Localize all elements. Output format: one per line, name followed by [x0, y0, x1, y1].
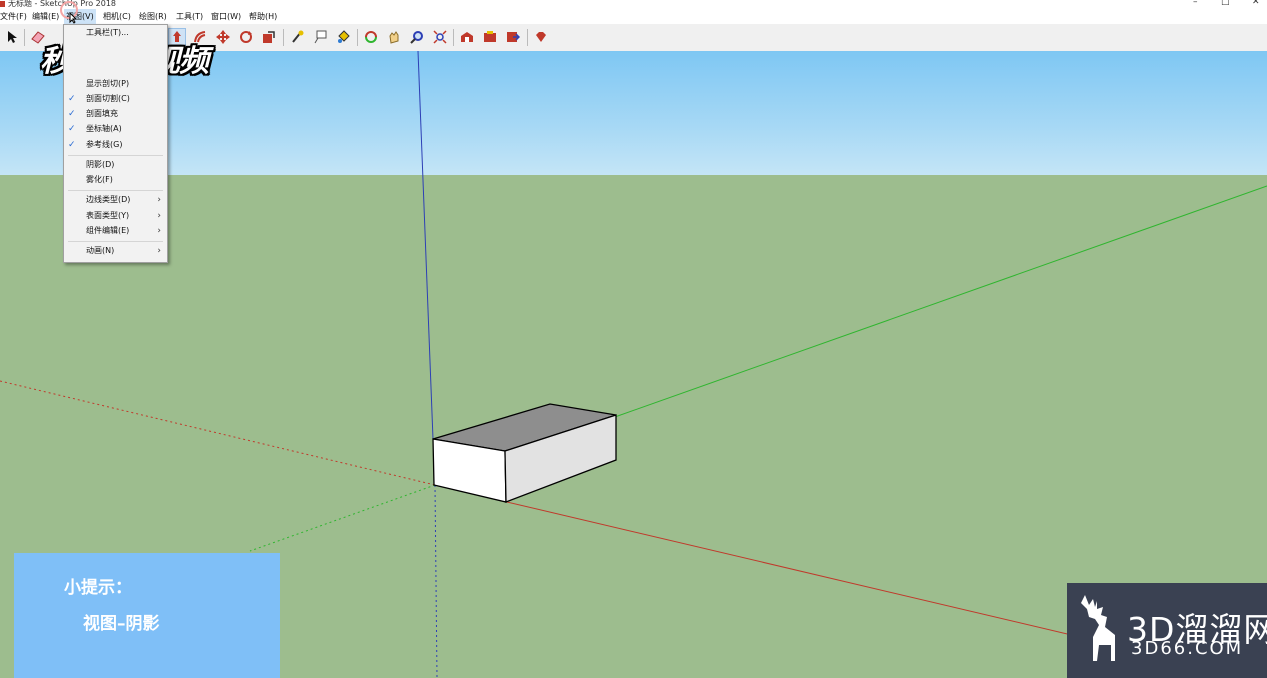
- pan-icon[interactable]: [385, 28, 403, 46]
- orbit-icon[interactable]: [362, 28, 380, 46]
- zoom-extents-icon[interactable]: [431, 28, 449, 46]
- close-button[interactable]: ✕: [1252, 0, 1260, 7]
- menu-item-face-style[interactable]: 表面类型(Y) ›: [64, 209, 167, 223]
- menu-item-section-fill[interactable]: ✓ 剖面填充: [64, 107, 167, 121]
- menu-bar: 文件(F) 编辑(E) 视图(V) 相机(C) 绘图(R) 工具(T) 窗口(W…: [0, 9, 1267, 24]
- minimize-button[interactable]: –: [1193, 0, 1198, 7]
- menu-help[interactable]: 帮助(H): [249, 9, 277, 24]
- tip-text: 视图–阴影: [83, 614, 160, 634]
- tip-title: 小提示：: [64, 578, 132, 598]
- menu-item-edge-style[interactable]: 边线类型(D) ›: [64, 193, 167, 207]
- mouse-cursor-icon: [69, 11, 78, 27]
- red-axis: [434, 484, 1081, 638]
- toolbar-separator: [527, 29, 528, 46]
- menu-window[interactable]: 窗口(W): [211, 9, 241, 24]
- title-bar: 无标题 - SketchUp Pro 2018 – □ ✕: [0, 0, 1267, 9]
- deer-icon: [1081, 595, 1115, 661]
- green-axis: [611, 185, 1267, 419]
- submenu-arrow-icon: ›: [157, 195, 161, 205]
- menu-draw[interactable]: 绘图(R): [139, 9, 167, 24]
- menu-item-toolbars[interactable]: 工具栏(T)...: [64, 26, 167, 40]
- ruby-icon[interactable]: [532, 28, 550, 46]
- blue-axis: [417, 51, 434, 440]
- menu-item-fog[interactable]: 雾化(F): [64, 173, 167, 187]
- scale-icon[interactable]: [260, 28, 278, 46]
- menu-separator: [68, 190, 163, 191]
- view-menu-dropdown: 工具栏(T)... 显示剖切(P) ✓ 剖面切割(C) ✓ 剖面填充 ✓ 坐标轴(A)…: [63, 24, 168, 263]
- menu-separator: [68, 155, 163, 156]
- menu-item-shadows[interactable]: 阴影(D): [64, 158, 167, 172]
- warehouse-icon[interactable]: [458, 28, 476, 46]
- move-icon[interactable]: [214, 28, 232, 46]
- menu-item-guides[interactable]: ✓ 参考线(G): [64, 138, 167, 152]
- share-icon[interactable]: [504, 28, 522, 46]
- toolbar-separator: [357, 29, 358, 46]
- toolbar: [0, 24, 1267, 52]
- zoom-icon[interactable]: [408, 28, 426, 46]
- green-axis-negative: [249, 484, 436, 552]
- tip-panel: 小提示： 视图–阴影: [14, 553, 280, 678]
- select-icon[interactable]: [3, 28, 21, 46]
- maximize-button[interactable]: □: [1221, 0, 1230, 7]
- tape-icon[interactable]: [288, 28, 306, 46]
- corner-logo: 3D溜溜网 3D66.COM: [1067, 583, 1267, 678]
- menu-camera[interactable]: 相机(C): [103, 9, 131, 24]
- rotate-icon[interactable]: [237, 28, 255, 46]
- menu-item-animation[interactable]: 动画(N) ›: [64, 244, 167, 258]
- menu-item-section-planes[interactable]: 显示剖切(P): [64, 77, 167, 91]
- menu-item-axes[interactable]: ✓ 坐标轴(A): [64, 122, 167, 136]
- eraser-icon[interactable]: [29, 28, 47, 46]
- paintbucket-icon[interactable]: [334, 28, 352, 46]
- pushpull-icon[interactable]: [168, 28, 186, 46]
- red-axis-negative: [0, 380, 436, 486]
- app-icon: [0, 1, 5, 7]
- submenu-arrow-icon: ›: [157, 226, 161, 236]
- check-icon: ✓: [68, 124, 76, 134]
- check-icon: ✓: [68, 94, 76, 104]
- submenu-arrow-icon: ›: [157, 246, 161, 256]
- toolbar-separator: [453, 29, 454, 46]
- toolbar-separator: [24, 29, 25, 46]
- submenu-arrow-icon: ›: [157, 211, 161, 221]
- check-icon: ✓: [68, 140, 76, 150]
- toolbar-separator: [283, 29, 284, 46]
- menu-file[interactable]: 文件(F): [0, 9, 27, 24]
- menu-edit[interactable]: 编辑(E): [32, 9, 59, 24]
- check-icon: ✓: [68, 109, 76, 119]
- menu-tools[interactable]: 工具(T): [176, 9, 203, 24]
- offset-icon[interactable]: [191, 28, 209, 46]
- corner-logo-subtitle: 3D66.COM: [1131, 638, 1244, 659]
- blue-axis-negative: [434, 484, 438, 678]
- menu-separator: [68, 241, 163, 242]
- menu-item-section-cuts[interactable]: ✓ 剖面切割(C): [64, 92, 167, 106]
- text-icon[interactable]: [311, 28, 329, 46]
- menu-item-component-edit[interactable]: 组件编辑(E) ›: [64, 224, 167, 238]
- extension-icon[interactable]: [481, 28, 499, 46]
